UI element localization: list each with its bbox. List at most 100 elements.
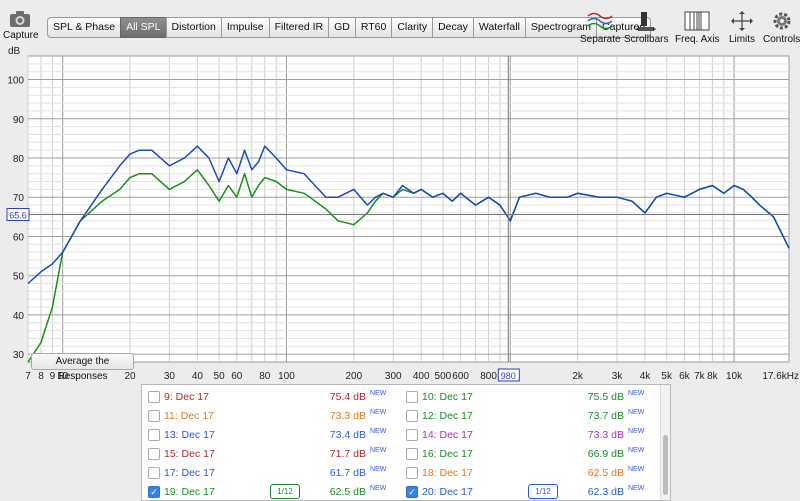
measurement-name: 12: Dec 17: [422, 410, 473, 422]
measurement-level: 73.3 dB: [587, 429, 624, 441]
measurement-level: 73.3 dB: [329, 410, 366, 422]
freq-axis-button[interactable]: Freq. Axis: [675, 10, 719, 45]
new-badge: NEW: [628, 466, 645, 473]
smoothing-selector[interactable]: 1/12: [270, 484, 300, 499]
new-badge: NEW: [628, 447, 645, 454]
new-badge: NEW: [628, 390, 645, 397]
plot-area[interactable]: [27, 55, 790, 363]
capture-label: Capture: [3, 30, 39, 41]
list-item[interactable]: 9: Dec 17 75.4 dB NEW: [148, 387, 398, 407]
average-responses-button[interactable]: Average the Responses: [31, 353, 134, 382]
x-tick-label: 9: [50, 371, 56, 382]
list-scrollbar[interactable]: [660, 385, 670, 500]
freq-axis-icon: [675, 10, 719, 32]
new-badge: NEW: [370, 447, 387, 454]
controls-button[interactable]: Controls: [763, 10, 800, 45]
separate-icon: [580, 10, 621, 32]
scrollbar-thumb[interactable]: [663, 435, 668, 495]
tab-distortion[interactable]: Distortion: [165, 17, 222, 38]
list-item[interactable]: 16: Dec 17 66.9 dB NEW: [406, 444, 656, 464]
measurement-level: 62.5 dB: [329, 486, 366, 498]
visibility-checkbox[interactable]: [406, 410, 418, 422]
smoothing-selector[interactable]: 1/12: [528, 484, 558, 499]
tab-rt60[interactable]: RT60: [354, 17, 393, 38]
y-tick-label: 80: [13, 154, 25, 165]
x-tick-label: 400: [413, 371, 430, 382]
x-tick-label: 30: [164, 371, 176, 382]
visibility-checkbox[interactable]: [406, 429, 418, 441]
y-tick-label: 100: [7, 76, 24, 87]
x-tick-label: 200: [345, 371, 362, 382]
x-tick-label: 2k: [572, 371, 584, 382]
measurement-level: 66.9 dB: [587, 448, 624, 460]
tab-filtered-ir[interactable]: Filtered IR: [268, 17, 330, 38]
x-tick-label: 6k: [679, 371, 691, 382]
measurement-level: 62.3 dB: [587, 486, 624, 498]
list-item[interactable]: 14: Dec 17 73.3 dB NEW: [406, 425, 656, 445]
x-tick-label: 5k: [661, 371, 673, 382]
list-item[interactable]: ✓ 20: Dec 17 62.3 dB NEW 1/12: [406, 482, 656, 500]
tab-all-spl[interactable]: All SPL: [120, 17, 167, 38]
tab-gd[interactable]: GD: [328, 17, 356, 38]
measurement-name: 11: Dec 17: [164, 410, 215, 422]
list-item[interactable]: ✓ 19: Dec 17 62.5 dB NEW 1/12: [148, 482, 398, 500]
visibility-checkbox[interactable]: [148, 467, 160, 479]
visibility-checkbox[interactable]: [406, 391, 418, 403]
spl-chart[interactable]: 10090807060504030dB789102030405060801002…: [0, 46, 800, 384]
new-badge: NEW: [370, 428, 387, 435]
new-badge: NEW: [370, 466, 387, 473]
tab-waterfall[interactable]: Waterfall: [472, 17, 526, 38]
measurement-name: 13: Dec 17: [164, 429, 215, 441]
x-tick-label: 100: [278, 371, 295, 382]
visibility-checkbox[interactable]: ✓: [148, 486, 160, 498]
scrollbars-button[interactable]: Scrollbars: [624, 10, 668, 45]
new-badge: NEW: [370, 485, 387, 492]
new-badge: NEW: [370, 409, 387, 416]
tab-impulse[interactable]: Impulse: [220, 17, 270, 38]
x-tick-label: 10k: [726, 371, 743, 382]
new-badge: NEW: [628, 485, 645, 492]
new-badge: NEW: [628, 409, 645, 416]
separate-button[interactable]: Separate: [580, 10, 621, 45]
list-item[interactable]: 17: Dec 17 61.7 dB NEW: [148, 463, 398, 483]
visibility-checkbox[interactable]: ✓: [406, 486, 418, 498]
measurement-level: 75.5 dB: [587, 391, 624, 403]
x-tick-label: 600: [452, 371, 469, 382]
new-badge: NEW: [628, 428, 645, 435]
list-item[interactable]: 10: Dec 17 75.5 dB NEW: [406, 387, 656, 407]
tab-decay[interactable]: Decay: [432, 17, 474, 38]
y-tick-label: 40: [13, 311, 25, 322]
x-tick-label: 8: [38, 371, 44, 382]
measurement-level: 73.4 dB: [329, 429, 366, 441]
visibility-checkbox[interactable]: [148, 410, 160, 422]
list-item[interactable]: 15: Dec 17 71.7 dB NEW: [148, 444, 398, 464]
visibility-checkbox[interactable]: [148, 391, 160, 403]
scrollbars-icon: [624, 10, 668, 32]
measurement-level: 73.7 dB: [587, 410, 624, 422]
x-tick-label: 60: [231, 371, 243, 382]
tab-spl-phase[interactable]: SPL & Phase: [47, 17, 122, 38]
measurement-level: 61.7 dB: [329, 467, 366, 479]
limits-button[interactable]: Limits: [728, 10, 756, 45]
measurement-name: 17: Dec 17: [164, 467, 215, 479]
measurement-name: 20: Dec 17: [422, 486, 473, 498]
x-tick-label: 7k: [694, 371, 706, 382]
list-item[interactable]: 13: Dec 17 73.4 dB NEW: [148, 425, 398, 445]
list-item[interactable]: 12: Dec 17 73.7 dB NEW: [406, 406, 656, 426]
tab-clarity[interactable]: Clarity: [391, 17, 434, 38]
list-item[interactable]: 11: Dec 17 73.3 dB NEW: [148, 406, 398, 426]
x-tick-label: 80: [259, 371, 271, 382]
measurement-level: 71.7 dB: [329, 448, 366, 460]
visibility-checkbox[interactable]: [406, 467, 418, 479]
y-axis-label: dB: [8, 46, 21, 57]
x-tick-label: 20: [124, 371, 136, 382]
visibility-checkbox[interactable]: [148, 448, 160, 460]
measurement-name: 9: Dec 17: [164, 391, 209, 403]
y-tick-label: 70: [13, 193, 25, 204]
toolbar: Capture SPL & Phase All SPL Distortion Impu…: [0, 0, 800, 46]
visibility-checkbox[interactable]: [148, 429, 160, 441]
visibility-checkbox[interactable]: [406, 448, 418, 460]
x-tick-label: 17.6kHz: [762, 371, 799, 382]
capture-button[interactable]: [3, 10, 37, 31]
list-item[interactable]: 18: Dec 17 62.5 dB NEW: [406, 463, 656, 483]
